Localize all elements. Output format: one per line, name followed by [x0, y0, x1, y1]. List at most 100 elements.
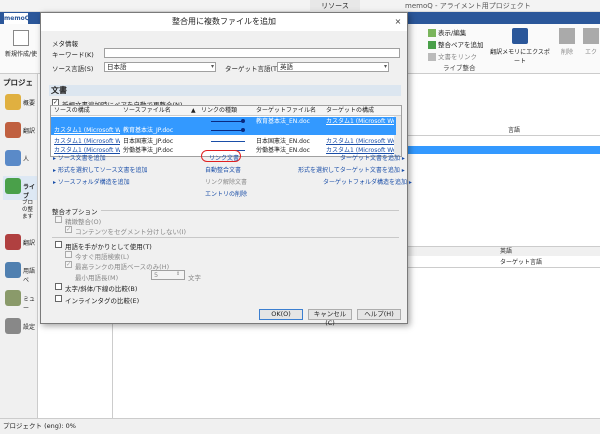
display-edit-icon — [428, 29, 436, 37]
source-lang-select[interactable]: 日本語 ▾ — [104, 62, 216, 72]
no-segment-label: コンテンツをセグメント分けしない(I) — [75, 228, 186, 236]
ribbon-group-live-align: ライブ整合 — [443, 64, 476, 72]
add-pairs-button[interactable]: 整合ペアを追加 — [428, 40, 484, 50]
precise-align-label: 精緻整合(O) — [65, 218, 102, 226]
min-term-len-label: 最小用語長(M) — [75, 274, 119, 282]
project-sidebar: プロジェ 概要 翻訳 人 ライブ ブロ の整 ます 翻訳 用語ベ ミュー 設定 — [0, 74, 38, 418]
delete-entry-link[interactable]: エントリの削除 — [205, 189, 247, 198]
bold-compare-label: 太字/斜体/下線の比較(B) — [65, 285, 138, 293]
cancel-button[interactable]: キャンセル(C) — [308, 309, 352, 327]
keyword-input[interactable] — [104, 48, 400, 58]
termbase-icon — [5, 262, 21, 278]
target-lang-label: ターゲット言語(T) — [225, 65, 280, 73]
selected-row[interactable] — [400, 146, 600, 154]
cell-tgt-cfg: カスタム1 (Microsoft Wor... — [326, 138, 394, 145]
auto-align-link[interactable]: 自動整合文書 — [205, 165, 241, 174]
display-edit-button[interactable]: 表示/編集 — [428, 28, 466, 38]
keyword-label: キーワード(K) — [52, 51, 94, 59]
source-lang-value: 日本語 — [107, 63, 127, 71]
sidebar-item-termbase[interactable]: 用語ベ — [3, 260, 37, 284]
table-header: ソースの構成 ソースファイル名 ▲ リンクの種類 ターゲットファイル名 ターゲッ… — [51, 106, 401, 116]
translation-icon — [5, 122, 21, 138]
cell-target-file: 労働基準法_EN.doc — [256, 147, 310, 154]
context-tab-resources[interactable]: リソース — [310, 0, 360, 12]
meta-header: メタ情報 — [52, 40, 78, 48]
cell-src-file: 労働基準法_JP.doc — [123, 147, 174, 154]
min-term-unit: 文字 — [188, 274, 201, 282]
divider — [101, 210, 399, 211]
delete-label: 削除 — [560, 49, 573, 56]
ok-button[interactable]: OK(O) — [259, 309, 303, 320]
sidebar-item-label: 人 — [23, 156, 30, 163]
sidebar-item-settings[interactable]: 設定 — [3, 316, 37, 340]
overview-icon — [5, 94, 21, 110]
live-desc-line: ます — [22, 214, 34, 220]
sub-lang-row[interactable]: ⌄ 英語 — [400, 246, 600, 256]
add-pairs-label: 整合ペアを追加 — [438, 41, 484, 49]
add-source-doc-link[interactable]: ▸ ソース文書を追加 — [53, 153, 106, 162]
sidebar-item-label: ミュー — [23, 296, 36, 312]
table-row[interactable]: カスタム1 (Microsoft Wor... 教育基本法_JP.doc — [51, 126, 396, 135]
sidebar-item-live[interactable]: ライブ — [3, 176, 37, 200]
add-target-doc-link[interactable]: ターゲット文書を追加 ▸ — [340, 153, 405, 162]
sidebar-item-translation-2[interactable]: 翻訳 — [3, 232, 37, 256]
source-lang-label: ソース言語(S) — [52, 65, 94, 73]
add-source-fmt-label: 形式を選択してソース文書を追加 — [57, 167, 148, 174]
precise-align-checkbox[interactable] — [55, 216, 62, 223]
sort-up-icon: ▲ — [191, 107, 196, 114]
sidebar-item-people[interactable]: 人 — [3, 148, 37, 172]
no-segment-checkbox[interactable]: ✓ — [65, 226, 72, 233]
cell-target-file: 日本国憲法_EN.doc — [256, 138, 310, 145]
table-row[interactable]: 教育基本法_EN.doc カスタム1 (Microsoft Wor... — [51, 117, 396, 126]
new-project-button[interactable]: 新規作成/使 — [2, 30, 40, 58]
add-source-fmt-link[interactable]: ▸ 形式を選択してソース文書を追加 — [53, 165, 147, 174]
new-project-label: 新規作成/使 — [4, 51, 38, 58]
inline-compare-label: インラインタグの比較(E) — [65, 297, 140, 305]
export-tm-label: 翻訳メモリにエクスポート — [490, 49, 550, 65]
sidebar-item-overview[interactable]: 概要 — [3, 92, 37, 116]
sidebar-header: プロジェ — [3, 78, 33, 87]
target-lang-value: 英語 — [280, 63, 293, 71]
sidebar-item-label: 設定 — [23, 324, 36, 331]
target-lang-select[interactable]: 英語 ▾ — [277, 62, 389, 72]
ex-label: エク — [584, 49, 597, 56]
add-target-fmt-link[interactable]: 形式を選択してターゲット文書を追加 ▸ — [298, 165, 405, 174]
use-term-checkbox[interactable] — [55, 241, 62, 248]
add-target-folder-link[interactable]: ターゲットフォルダ構造を追加 ▸ — [323, 177, 412, 186]
export-tm-button[interactable]: 翻訳メモリにエクスポート — [490, 28, 550, 65]
link-docs-link[interactable]: リンク文書 — [209, 153, 239, 162]
new-project-icon — [13, 30, 29, 46]
sidebar-item-muse[interactable]: ミュー — [3, 288, 37, 312]
inline-compare-checkbox[interactable] — [55, 295, 62, 302]
add-target-folder-label: ターゲットフォルダ構造を追加 — [323, 179, 408, 186]
add-source-folder-link[interactable]: ▸ ソースフォルダ構造を追加 — [53, 177, 130, 186]
link-doc-button[interactable]: 文書をリンク — [428, 52, 477, 62]
search-term-checkbox[interactable] — [65, 251, 72, 258]
close-icon[interactable]: × — [391, 16, 405, 28]
window-title-bar: リソース memoQ - アライメント用プロジェクト — [0, 0, 600, 12]
panel-header: 言語 — [400, 126, 600, 136]
memoq-logo-tab[interactable]: memoQ — [4, 13, 30, 24]
add-pairs-icon — [428, 41, 436, 49]
documents-section-header: 文書 — [49, 85, 401, 96]
documents-panel: 言語 ⌄ 英語 ターゲット言語 — [400, 74, 600, 418]
delete-button[interactable]: 削除 — [556, 28, 578, 56]
bold-compare-checkbox[interactable] — [55, 283, 62, 290]
divider — [52, 237, 399, 238]
live-desc: ブロ の整 ます — [22, 200, 33, 221]
use-only-checkbox[interactable]: ✓ — [65, 261, 72, 268]
col-lang-header: 言語 — [508, 127, 521, 134]
col-target-header: ターゲット言語 — [500, 259, 543, 266]
help-button[interactable]: ヘルプ(H) — [357, 309, 401, 320]
spin-icon[interactable]: ⇕ — [176, 271, 180, 277]
unlink-docs-link[interactable]: リンク解除文書 — [205, 177, 247, 186]
link-line-icon — [211, 121, 243, 122]
add-target-doc-label: ターゲット文書を追加 — [340, 155, 401, 162]
dialog-title: 整合用に複数ファイルを追加 — [41, 13, 407, 31]
table-row[interactable]: カスタム1 (Microsoft Wor... 日本国憲法_JP.doc 日本国… — [51, 137, 396, 146]
ex-button[interactable]: エク — [582, 28, 600, 56]
muse-icon — [5, 290, 21, 306]
sidebar-item-translation[interactable]: 翻訳 — [3, 120, 37, 144]
cell-src-file: 教育基本法_JP.doc — [123, 127, 174, 134]
sidebar-item-label: 概要 — [23, 100, 36, 107]
